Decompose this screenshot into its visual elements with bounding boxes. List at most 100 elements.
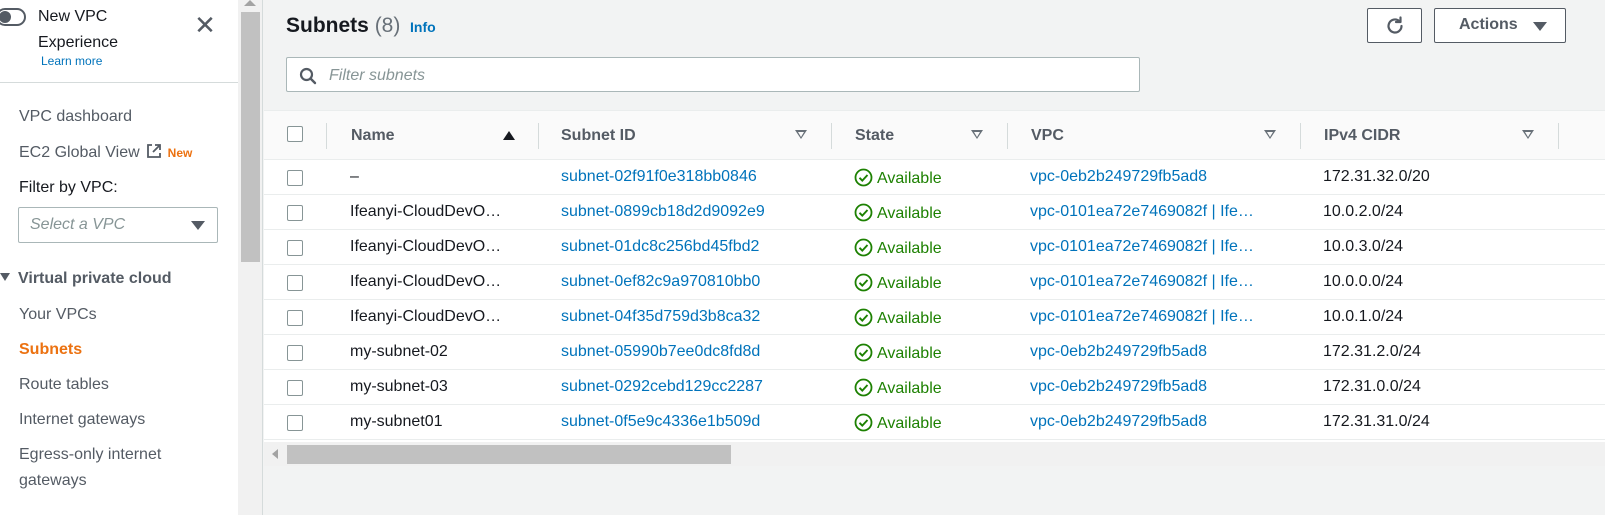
cell-subnet-id-link[interactable]: subnet-0899cb18d2d9092e9	[561, 203, 765, 221]
sort-icon[interactable]	[795, 130, 807, 139]
cell-subnet-id-link[interactable]: subnet-02f91f0e318bb0846	[561, 168, 757, 186]
column-separator[interactable]	[1300, 123, 1301, 149]
column-header-ipv4-cidr[interactable]: IPv4 CIDR	[1324, 127, 1400, 145]
row-checkbox[interactable]	[287, 275, 303, 291]
sort-icon[interactable]	[1522, 130, 1534, 139]
table-row[interactable]: Ifeanyi-CloudDevO… subnet-0ef82c9a970810…	[264, 265, 1605, 300]
filter-subnets-field[interactable]	[286, 57, 1140, 92]
cell-vpc-link[interactable]: vpc-0101ea72e7469082f | Ife…	[1030, 203, 1270, 221]
state-label: Available	[877, 170, 942, 187]
row-checkbox[interactable]	[287, 205, 303, 221]
sidebar-item-vpc-dashboard[interactable]: VPC dashboard	[19, 108, 132, 126]
table-row[interactable]: my-subnet01 subnet-0f5e9c4336e1b509d Ava…	[264, 405, 1605, 440]
state-label: Available	[877, 380, 942, 397]
caret-down-icon	[1533, 22, 1547, 31]
sidebar: New VPC Experience ✕ Learn more VPC dash…	[0, 0, 238, 515]
cell-name: my-subnet01	[350, 413, 443, 430]
cell-vpc-link[interactable]: vpc-0101ea72e7469082f | Ife…	[1030, 273, 1270, 291]
sidebar-scrollbar-thumb[interactable]	[241, 12, 260, 262]
table-row[interactable]: my-subnet-03 subnet-0292cebd129cc2287 Av…	[264, 370, 1605, 405]
sidebar-item-subnets[interactable]: Subnets	[19, 341, 82, 359]
table-row[interactable]: my-subnet-02 subnet-05990b7ee0dc8fd8d Av…	[264, 335, 1605, 370]
row-checkbox[interactable]	[287, 310, 303, 326]
page-title: Subnets (8)	[286, 14, 400, 38]
sidebar-item-egress-only-internet-gateways[interactable]: Egress-only internet	[19, 446, 161, 464]
new-vpc-experience-toggle[interactable]	[0, 8, 26, 26]
cell-subnet-id-link[interactable]: subnet-01dc8c256bd45fbd2	[561, 238, 759, 256]
cell-vpc-link[interactable]: vpc-0eb2b249729fb5ad8	[1030, 413, 1270, 431]
section-virtual-private-cloud[interactable]: Virtual private cloud	[0, 270, 172, 288]
sidebar-item-internet-gateways[interactable]: Internet gateways	[19, 411, 145, 429]
sidebar-item-egress-only-internet-gateways-cont[interactable]: gateways	[19, 472, 87, 490]
filter-by-vpc-label: Filter by VPC:	[19, 179, 118, 196]
cell-state: Available	[854, 238, 942, 262]
cell-vpc-link[interactable]: vpc-0eb2b249729fb5ad8	[1030, 378, 1270, 396]
sort-icon[interactable]	[971, 130, 983, 139]
sidebar-item-route-tables[interactable]: Route tables	[19, 376, 109, 394]
sort-ascending-icon[interactable]	[503, 131, 515, 140]
cell-ipv4-cidr: 172.31.32.0/20	[1323, 168, 1430, 185]
row-checkbox[interactable]	[287, 170, 303, 186]
vpc-select[interactable]: Select a VPC	[18, 207, 218, 243]
cell-state: Available	[854, 168, 942, 192]
refresh-button[interactable]	[1367, 8, 1422, 43]
check-circle-icon	[854, 378, 873, 402]
cell-name: Ifeanyi-CloudDevO…	[350, 308, 502, 325]
state-label: Available	[877, 275, 942, 292]
column-header-vpc[interactable]: VPC	[1031, 127, 1064, 145]
table-header: Name Subnet ID State VPC IPv4 CIDR	[264, 110, 1605, 160]
table-body: – subnet-02f91f0e318bb0846 Available vpc…	[264, 160, 1605, 440]
column-separator[interactable]	[1007, 123, 1008, 149]
scroll-left-arrow-icon[interactable]	[272, 449, 278, 459]
cell-subnet-id-link[interactable]: subnet-04f35d759d3b8ca32	[561, 308, 760, 326]
caret-down-icon	[191, 221, 205, 230]
sidebar-item-your-vpcs[interactable]: Your VPCs	[19, 306, 97, 324]
vpc-select-placeholder: Select a VPC	[30, 216, 126, 233]
cell-vpc-link[interactable]: vpc-0eb2b249729fb5ad8	[1030, 343, 1270, 361]
check-circle-icon	[854, 308, 873, 332]
refresh-icon	[1387, 16, 1403, 34]
cell-subnet-id-link[interactable]: subnet-05990b7ee0dc8fd8d	[561, 343, 760, 361]
horizontal-scrollbar-thumb[interactable]	[287, 445, 731, 464]
column-header-state[interactable]: State	[855, 127, 894, 145]
row-checkbox[interactable]	[287, 415, 303, 431]
cell-vpc-link[interactable]: vpc-0101ea72e7469082f | Ife…	[1030, 238, 1270, 256]
caret-down-icon	[0, 273, 10, 281]
column-separator[interactable]	[831, 123, 832, 149]
cell-subnet-id-link[interactable]: subnet-0ef82c9a970810bb0	[561, 273, 760, 291]
state-label: Available	[877, 415, 942, 432]
select-all-checkbox[interactable]	[287, 126, 303, 142]
scroll-up-arrow-icon[interactable]	[244, 0, 256, 6]
filter-subnets-input[interactable]	[327, 61, 1131, 90]
cell-state: Available	[854, 378, 942, 402]
check-circle-icon	[854, 413, 873, 437]
cell-state: Available	[854, 308, 942, 332]
column-header-subnet-id[interactable]: Subnet ID	[561, 127, 636, 145]
cell-ipv4-cidr: 172.31.31.0/24	[1323, 413, 1430, 430]
search-icon	[299, 67, 317, 85]
table-row[interactable]: Ifeanyi-CloudDevO… subnet-01dc8c256bd45f…	[264, 230, 1605, 265]
column-header-name[interactable]: Name	[351, 127, 395, 145]
table-row[interactable]: Ifeanyi-CloudDevO… subnet-04f35d759d3b8c…	[264, 300, 1605, 335]
learn-more-link[interactable]: Learn more	[41, 54, 102, 68]
column-separator[interactable]	[1558, 123, 1559, 149]
info-link[interactable]: Info	[410, 19, 436, 35]
actions-button[interactable]: Actions	[1434, 8, 1566, 43]
cell-vpc-link[interactable]: vpc-0101ea72e7469082f | Ife…	[1030, 308, 1270, 326]
cell-vpc-link[interactable]: vpc-0eb2b249729fb5ad8	[1030, 168, 1270, 186]
cell-subnet-id-link[interactable]: subnet-0f5e9c4336e1b509d	[561, 413, 760, 431]
sidebar-item-ec2-global-view[interactable]: EC2 Global View New	[19, 143, 192, 164]
row-checkbox[interactable]	[287, 380, 303, 396]
cell-subnet-id-link[interactable]: subnet-0292cebd129cc2287	[561, 378, 763, 396]
cell-ipv4-cidr: 172.31.0.0/24	[1323, 378, 1421, 395]
section-title: Virtual private cloud	[18, 270, 172, 287]
table-horizontal-scrollbar[interactable]	[264, 442, 1605, 466]
row-checkbox[interactable]	[287, 240, 303, 256]
table-row[interactable]: – subnet-02f91f0e318bb0846 Available vpc…	[264, 160, 1605, 195]
row-checkbox[interactable]	[287, 345, 303, 361]
table-row[interactable]: Ifeanyi-CloudDevO… subnet-0899cb18d2d909…	[264, 195, 1605, 230]
close-icon[interactable]: ✕	[194, 12, 216, 38]
sort-icon[interactable]	[1264, 130, 1276, 139]
column-separator[interactable]	[538, 123, 539, 149]
new-vpc-experience-title: New VPC Experience	[38, 8, 119, 51]
